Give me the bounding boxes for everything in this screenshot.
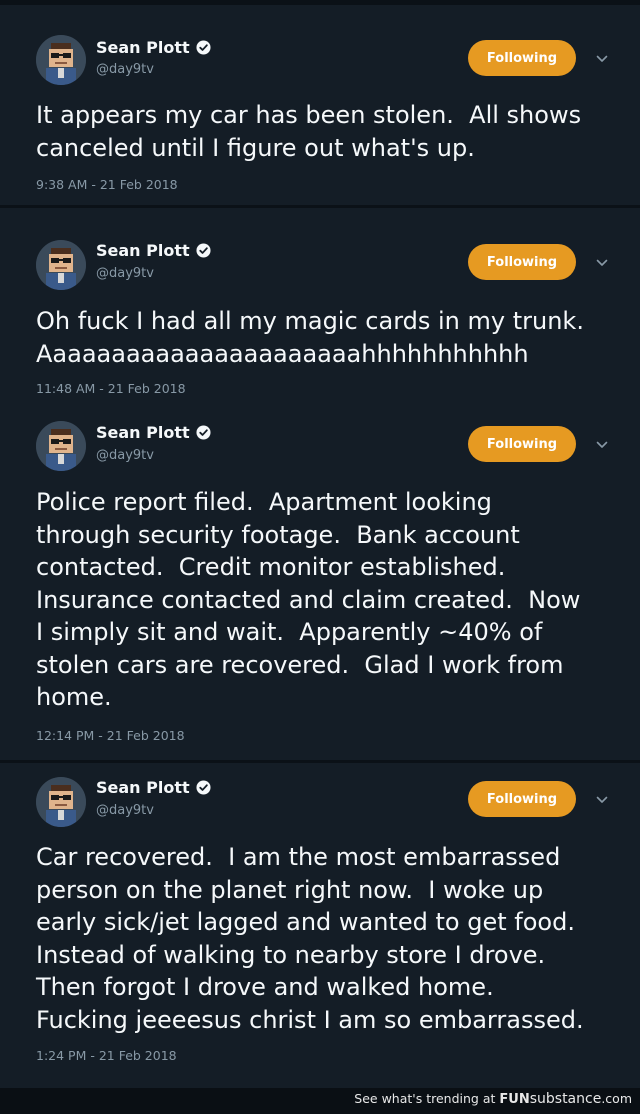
name-row: Sean Plott xyxy=(96,778,211,797)
name-row: Sean Plott xyxy=(96,241,211,260)
tweet-1: Sean Plott @day9tv Following It appears … xyxy=(0,5,640,205)
handle[interactable]: @day9tv xyxy=(96,62,154,77)
chevron-down-icon[interactable] xyxy=(594,792,610,808)
display-name[interactable]: Sean Plott xyxy=(96,423,190,442)
handle[interactable]: @day9tv xyxy=(96,803,154,818)
tweet-text: Police report filed. Apartment looking t… xyxy=(36,488,581,711)
avatar[interactable] xyxy=(36,240,86,290)
following-button[interactable]: Following xyxy=(468,426,576,462)
display-name[interactable]: Sean Plott xyxy=(96,38,190,57)
avatar-image xyxy=(36,240,86,290)
timestamp[interactable]: 1:24 PM - 21 Feb 2018 xyxy=(36,1048,177,1063)
timestamp[interactable]: 9:38 AM - 21 Feb 2018 xyxy=(36,177,178,192)
brand-substance: substance xyxy=(529,1091,602,1107)
timestamp[interactable]: 11:48 AM - 21 Feb 2018 xyxy=(36,381,186,396)
timestamp[interactable]: 12:14 PM - 21 Feb 2018 xyxy=(36,728,185,743)
verified-badge-icon xyxy=(196,40,211,55)
chevron-down-icon[interactable] xyxy=(594,51,610,67)
footer-watermark[interactable]: See what's trending at FUNsubstance.com xyxy=(354,1091,632,1107)
handle[interactable]: @day9tv xyxy=(96,448,154,463)
tweet-text: Oh fuck I had all my magic cards in my t… xyxy=(36,307,584,368)
brand-fun: FUN xyxy=(499,1092,530,1107)
avatar-image xyxy=(36,777,86,827)
tweet-4: Sean Plott @day9tv Following Car recover… xyxy=(0,763,640,1083)
verified-badge-icon xyxy=(196,243,211,258)
verified-badge-icon xyxy=(196,425,211,440)
chevron-down-icon[interactable] xyxy=(594,437,610,453)
avatar[interactable] xyxy=(36,421,86,471)
name-row: Sean Plott xyxy=(96,423,211,442)
avatar[interactable] xyxy=(36,777,86,827)
avatar[interactable] xyxy=(36,35,86,85)
following-button[interactable]: Following xyxy=(468,40,576,76)
following-button[interactable]: Following xyxy=(468,781,576,817)
brand-suffix: .com xyxy=(601,1091,632,1106)
footer-prefix: See what's trending at xyxy=(354,1091,496,1106)
chevron-down-icon[interactable] xyxy=(594,255,610,271)
footer-brand: FUNsubstance.com xyxy=(499,1091,632,1107)
tweet-text: It appears my car has been stolen. All s… xyxy=(36,101,582,162)
handle[interactable]: @day9tv xyxy=(96,266,154,281)
display-name[interactable]: Sean Plott xyxy=(96,241,190,260)
verified-badge-icon xyxy=(196,780,211,795)
tweet-text: Car recovered. I am the most embarrassed… xyxy=(36,843,584,1034)
avatar-image xyxy=(36,421,86,471)
following-button[interactable]: Following xyxy=(468,244,576,280)
avatar-image xyxy=(36,35,86,85)
name-row: Sean Plott xyxy=(96,38,211,57)
tweet-2: Sean Plott @day9tv Following Oh fuck I h… xyxy=(0,208,640,398)
tweet-3: Sean Plott @day9tv Following Police repo… xyxy=(0,398,640,760)
display-name[interactable]: Sean Plott xyxy=(96,778,190,797)
